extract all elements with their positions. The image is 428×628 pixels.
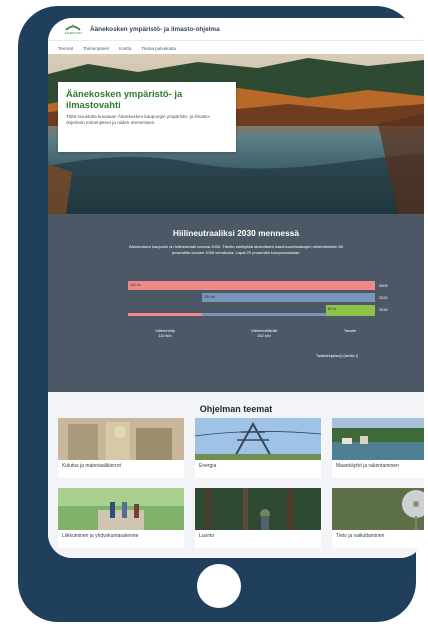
theme-card-label: Kulutus ja materiaalikierrot	[62, 463, 121, 469]
themes-title: Ohjelman teemat	[199, 404, 273, 414]
chart-source[interactable]: Tarkastelujakso(t) (tarvittu t)	[316, 354, 358, 358]
site-header: ÄÄNEKOSKI Äänekosken ympäristö- ja ilmas…	[48, 18, 424, 40]
theme-image-forest	[195, 488, 321, 530]
timeline-seg-to-reduce	[202, 313, 326, 316]
site-logo[interactable]: ÄÄNEKOSKI	[62, 23, 84, 35]
nav-item-teemat[interactable]: Teemat	[58, 46, 73, 51]
theme-image-dandelion	[332, 488, 424, 530]
bar-2005: 240 kt	[128, 281, 375, 290]
theme-card-label: Tieto ja vaikuttaminen	[336, 533, 385, 539]
theme-card-energia[interactable]: Energia	[195, 418, 321, 478]
hero-description: Tältä sivustolta kuvataan Äänekosken kau…	[66, 114, 211, 125]
theme-card-label: Luonto	[199, 533, 215, 539]
nav-item-toimenpiteet[interactable]: Toimenpiteet	[83, 46, 109, 51]
theme-card-maankaytto[interactable]: Maankäyttö ja rakentaminen	[332, 418, 424, 478]
main-nav: Teemat Toimenpiteet Kartta Tietoa palvel…	[48, 40, 424, 55]
tablet-frame: ÄÄNEKOSKI Äänekosken ympäristö- ja ilmas…	[18, 6, 424, 622]
hero-card: Äänekosken ympäristö- ja ilmastovahti Tä…	[58, 82, 236, 152]
theme-card-kulutus[interactable]: Kulutus ja materiaalikierrot	[58, 418, 184, 478]
bar-2005-value: 240 kt	[130, 282, 141, 287]
site-title[interactable]: Äänekosken ympäristö- ja ilmasto-ohjelma	[90, 26, 220, 33]
theme-card-label: Energia	[199, 463, 217, 469]
logo-text: ÄÄNEKOSKI	[64, 31, 82, 35]
theme-image-walking	[58, 488, 184, 530]
home-button[interactable]	[197, 564, 241, 608]
screen: ÄÄNEKOSKI Äänekosken ympäristö- ja ilmas…	[48, 18, 424, 558]
themes-section: Ohjelman teemat Kulutus ja materiaalikie…	[48, 392, 424, 558]
bar-2020-value: 235 kt	[204, 294, 215, 299]
hero-banner: Äänekosken ympäristö- ja ilmastovahti Tä…	[48, 54, 424, 214]
theme-image-town-lake	[332, 418, 424, 460]
nav-item-tietoa[interactable]: Tietoa palvelusta	[141, 46, 176, 51]
theme-card-label: Maankäyttö ja rakentaminen	[336, 463, 399, 469]
bar-2005-year: 2005	[379, 283, 388, 288]
segment-target-label: Tavoite	[343, 328, 357, 333]
theme-card-luonto[interactable]: Luonto	[195, 488, 321, 548]
theme-card-liikkuminen[interactable]: Liikkuminen ja yhdyskuntarakenne	[58, 488, 184, 548]
bar-2020-year: 2020	[379, 295, 388, 300]
segment-reduced: Vähennetty 110 kt/v	[130, 328, 200, 338]
theme-card-tieto[interactable]: Tieto ja vaikuttaminen	[332, 488, 424, 548]
theme-image-recycling	[58, 418, 184, 460]
bar-2020: 235 kt	[202, 293, 375, 302]
timeline-seg-reduced	[128, 313, 202, 316]
hero-title: Äänekosken ympäristö- ja ilmastovahti	[66, 88, 183, 110]
carbon-description: Äänekosken kaupunki on hiilineutraali vu…	[128, 244, 344, 255]
segment-target: Tavoite	[315, 328, 385, 333]
carbon-neutral-section: Hiilineutraaliksi 2030 mennessä Äänekosk…	[48, 214, 424, 392]
segment-to-reduce-value: 152 kt/v	[257, 333, 271, 338]
theme-card-label: Liikkuminen ja yhdyskuntarakenne	[62, 533, 139, 539]
nav-item-kartta[interactable]: Kartta	[119, 46, 131, 51]
bar-2030-value: 60 kt	[328, 306, 337, 311]
segment-to-reduce: Vähennettävää 152 kt/v	[229, 328, 299, 338]
bar-2030-year: 2030	[379, 307, 388, 312]
timeline-seg-target	[326, 313, 375, 316]
carbon-title: Hiilineutraaliksi 2030 mennessä	[172, 228, 300, 238]
segment-reduced-value: 110 kt/v	[158, 333, 172, 338]
theme-image-power-line	[195, 418, 321, 460]
